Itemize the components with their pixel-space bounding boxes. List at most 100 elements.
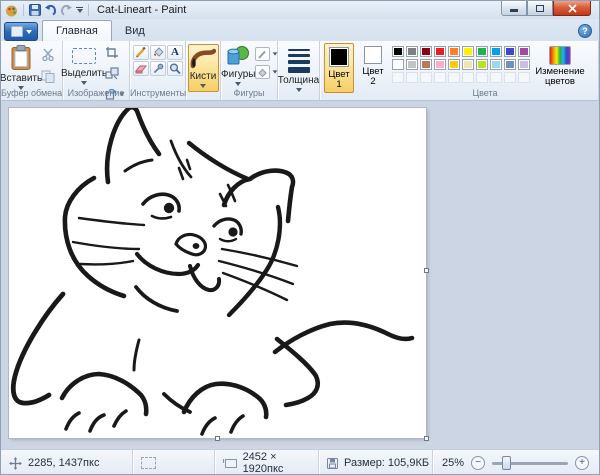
canvas-size-value: 2452 × 1920пкс [243, 451, 318, 475]
brushes-label: Кисти [190, 71, 217, 82]
minimize-button[interactable] [501, 1, 527, 16]
file-size-segment: Размер: 105,9КБ [319, 450, 433, 475]
paint-window: Cat-Lineart - Paint Главная Вид ? Встави… [0, 0, 600, 475]
palette-swatch[interactable] [392, 46, 404, 57]
brush-icon [190, 47, 216, 69]
file-menu-icon [11, 26, 23, 37]
divider [88, 4, 89, 16]
group-label-image: Изображение [63, 88, 129, 98]
text-tool-button[interactable]: A [167, 45, 183, 60]
zoom-in-button[interactable]: + [575, 456, 589, 470]
group-tools: A Инструменты [130, 41, 186, 100]
palette-swatch-empty[interactable] [490, 72, 502, 83]
palette-swatch[interactable] [518, 59, 530, 70]
paint-menu-button[interactable] [4, 22, 38, 41]
group-shapes: Фигуры Фигуры [221, 41, 278, 100]
color1-swatch [329, 47, 349, 67]
magnifier-icon [169, 63, 181, 74]
edit-colors-label: Изменение цветов [534, 67, 586, 87]
palette-swatch[interactable] [490, 59, 502, 70]
palette-swatch[interactable] [420, 59, 432, 70]
pencil-icon [135, 47, 147, 58]
palette-swatch[interactable] [518, 46, 530, 57]
canvas-size-segment: 2452 × 1920пкс [215, 450, 319, 475]
canvas-drawing-cat-lineart [9, 108, 426, 438]
resize-button[interactable] [105, 67, 125, 85]
palette-swatch-empty[interactable] [504, 72, 516, 83]
palette-swatch-empty[interactable] [462, 72, 474, 83]
palette-swatch[interactable] [462, 46, 474, 57]
palette-swatch-empty[interactable] [448, 72, 460, 83]
crop-button[interactable] [105, 46, 125, 64]
group-image: Выделить Изображение [63, 41, 130, 100]
zoom-out-button[interactable]: − [471, 456, 485, 470]
palette-swatch[interactable] [420, 46, 432, 57]
shapes-icon [225, 45, 251, 67]
undo-button[interactable] [44, 4, 57, 16]
tab-home[interactable]: Главная [42, 20, 112, 41]
palette-swatch[interactable] [490, 46, 502, 57]
size-label: Толщина [278, 75, 319, 86]
palette-swatch-empty[interactable] [476, 72, 488, 83]
ribbon-tab-row: Главная Вид ? [1, 19, 599, 41]
zoom-slider-thumb[interactable] [502, 456, 511, 470]
drawing-canvas[interactable] [9, 108, 426, 438]
window-controls [501, 1, 591, 16]
text-tool-icon: A [171, 47, 179, 58]
color2-button[interactable]: Цвет 2 [358, 43, 388, 93]
palette-swatch[interactable] [462, 59, 474, 70]
copy-button[interactable] [41, 70, 55, 88]
paste-label: Вставить [0, 73, 42, 84]
palette-swatch[interactable] [434, 46, 446, 57]
palette-swatch[interactable] [448, 59, 460, 70]
color-picker-tool-button[interactable] [150, 61, 166, 76]
save-button[interactable] [29, 4, 41, 16]
canvas-resize-handle-corner[interactable] [424, 436, 429, 441]
shape-outline-button[interactable] [255, 47, 278, 61]
brushes-button[interactable]: Кисти [188, 44, 219, 92]
palette-swatch-empty[interactable] [406, 72, 418, 83]
workspace [1, 101, 599, 449]
pencil-tool-button[interactable] [133, 45, 149, 60]
app-icon [5, 4, 18, 17]
cursor-position-segment: 2285, 1437пкс [1, 450, 133, 475]
maximize-button[interactable] [527, 1, 553, 16]
eraser-tool-button[interactable] [133, 61, 149, 76]
shape-fill-button[interactable] [255, 65, 278, 79]
color1-button[interactable]: Цвет 1 [324, 43, 354, 93]
file-size-value: Размер: 105,9КБ [344, 457, 429, 469]
fill-tool-button[interactable] [150, 45, 166, 60]
palette-swatch[interactable] [406, 59, 418, 70]
color2-swatch [364, 46, 382, 64]
zoom-slider[interactable] [492, 462, 568, 465]
palette-swatch[interactable] [406, 46, 418, 57]
tab-view[interactable]: Вид [112, 20, 158, 41]
palette-swatch[interactable] [476, 46, 488, 57]
palette-swatch-empty[interactable] [392, 72, 404, 83]
cut-button[interactable] [41, 48, 55, 66]
file-size-icon [327, 458, 338, 469]
help-icon[interactable]: ? [578, 24, 592, 38]
eraser-icon [135, 64, 147, 74]
palette-swatch[interactable] [392, 59, 404, 70]
canvas-resize-handle-bottom[interactable] [215, 436, 220, 441]
palette-swatch-empty[interactable] [420, 72, 432, 83]
redo-button[interactable] [60, 4, 73, 16]
close-button[interactable] [553, 1, 591, 16]
ribbon: Вставить Буфер обмена Выделить Изображен… [1, 41, 599, 101]
palette-swatch[interactable] [476, 59, 488, 70]
magnifier-tool-button[interactable] [167, 61, 183, 76]
customize-qat-button[interactable] [76, 7, 83, 14]
palette-swatch[interactable] [504, 59, 516, 70]
palette-swatch[interactable] [448, 46, 460, 57]
size-button[interactable]: Толщина [278, 43, 319, 92]
palette-swatch[interactable] [434, 59, 446, 70]
palette-swatch[interactable] [504, 46, 516, 57]
group-size: Толщина [278, 41, 320, 100]
group-colors: Цвет 1 Цвет 2 Изменение цветов Цвета [320, 41, 599, 100]
palette-swatch-empty[interactable] [518, 72, 530, 83]
quick-access-toolbar [1, 4, 91, 17]
palette-swatch-empty[interactable] [434, 72, 446, 83]
chevron-down-icon [200, 84, 206, 88]
canvas-resize-handle-right[interactable] [424, 268, 429, 273]
